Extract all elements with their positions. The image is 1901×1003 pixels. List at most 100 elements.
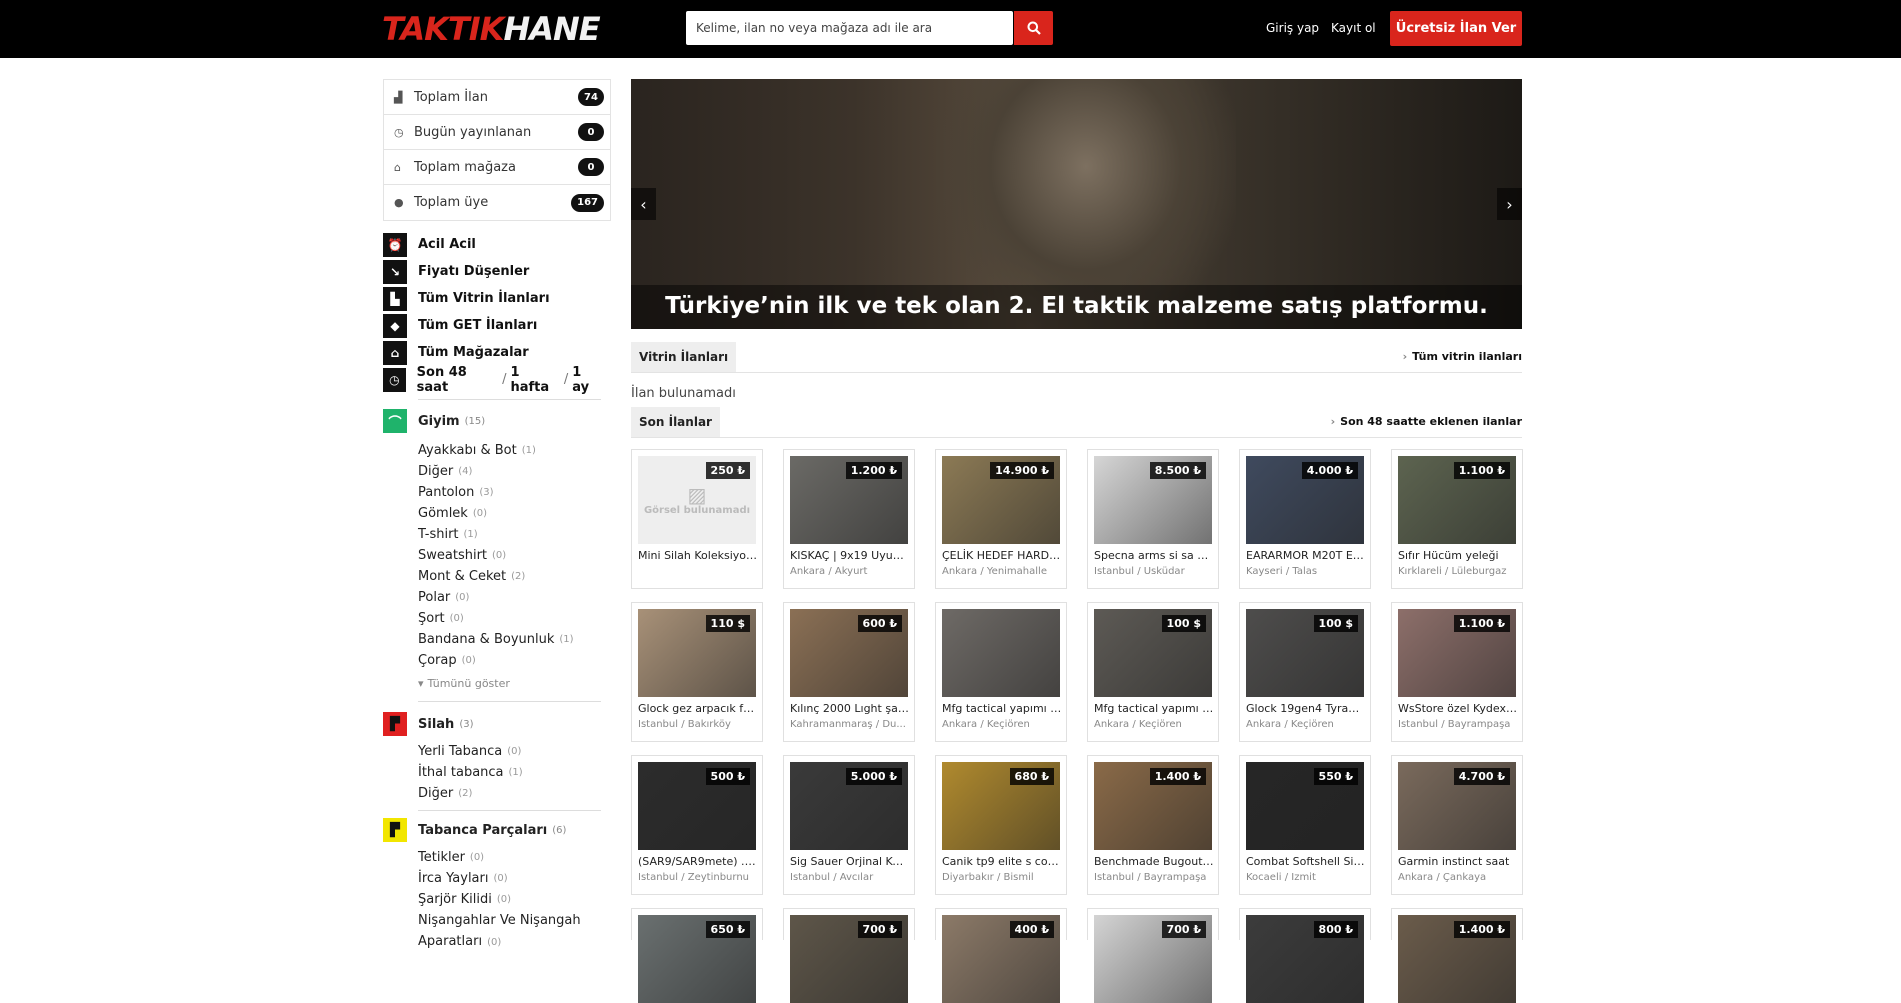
stat-today[interactable]: ◷ Bugün yayınlanan 0	[384, 115, 610, 150]
listing-card[interactable]: 100 $ Mfg tactical yapımı G... Ankara / Ke…	[1087, 602, 1219, 742]
listing-thumbnail[interactable]: 110 $	[638, 609, 756, 697]
menu-get-listings[interactable]: ◆ Tüm GET İlanları	[383, 312, 601, 339]
listing-title[interactable]: Combat Softshell Siy...	[1246, 855, 1366, 868]
subcategory-item[interactable]: Gömlek (0)	[383, 503, 601, 524]
listing-thumbnail[interactable]: 400 ₺	[942, 915, 1060, 1003]
banner-prev-button[interactable]: ‹	[631, 188, 656, 220]
subcategory-item[interactable]: Bandana & Boyunluk (1)	[383, 629, 601, 650]
listing-title[interactable]: Benchmade Bugout ...	[1094, 855, 1214, 868]
subcategory-item[interactable]: Yerli Tabanca (0)	[383, 741, 601, 762]
filter-1-month[interactable]: 1 ay	[572, 365, 601, 395]
listing-card[interactable]: 1.100 ₺ Sıfır Hücüm yeleği Kırklareli / Lü…	[1391, 449, 1523, 589]
listing-thumbnail[interactable]: 100 $	[1246, 609, 1364, 697]
listing-title[interactable]: Mfg tactical yapımı G...	[942, 702, 1062, 715]
listing-card[interactable]: 1.200 ₺ KISKAÇ | 9x19 Uyumlu Ankara / Akyu…	[783, 449, 915, 589]
listing-title[interactable]: Mini Silah Koleksiyonu	[638, 549, 758, 562]
banner-next-button[interactable]: ›	[1497, 188, 1522, 220]
listing-title[interactable]: Garmin instinct saat	[1398, 855, 1518, 868]
listing-title[interactable]: EARARMOR M20T EL...	[1246, 549, 1366, 562]
menu-price-drops[interactable]: ↘ Fiyatı Düşenler	[383, 258, 601, 285]
tab-showcase[interactable]: Vitrin İlanları	[631, 342, 737, 372]
listing-title[interactable]: Mfg tactical yapımı G...	[1094, 702, 1214, 715]
menu-urgent[interactable]: ⏰ Acil Acil	[383, 231, 601, 258]
filter-1-week[interactable]: 1 hafta	[511, 365, 560, 395]
listing-card[interactable]: 500 ₺ (SAR9/SAR9mete) .K... İstanbul / Zey…	[631, 755, 763, 895]
listing-thumbnail[interactable]: 700 ₺	[1094, 915, 1212, 1003]
all-showcase-link[interactable]: Tüm vitrin ilanları	[1403, 350, 1522, 363]
listing-title[interactable]: ÇELİK HEDEF HARDOX	[942, 549, 1062, 562]
listing-card[interactable]: 4.000 ₺ EARARMOR M20T EL... Kayseri / Tala…	[1239, 449, 1371, 589]
menu-stores[interactable]: ⌂ Tüm Mağazalar	[383, 339, 601, 366]
listing-title[interactable]: KISKAÇ | 9x19 Uyumlu	[790, 549, 910, 562]
show-all-link[interactable]: ▾ Tümünü göster	[383, 671, 601, 695]
listing-thumbnail[interactable]: 700 ₺	[790, 915, 908, 1003]
listing-card[interactable]: 700 ₺	[783, 908, 915, 1003]
listing-thumbnail[interactable]: 800 ₺	[1246, 915, 1364, 1003]
listing-thumbnail[interactable]: 100 $	[1094, 609, 1212, 697]
listing-thumbnail[interactable]: 14.900 ₺	[942, 456, 1060, 544]
listing-thumbnail[interactable]: 4.700 ₺	[1398, 762, 1516, 850]
listing-card[interactable]: 1.400 ₺ Benchmade Bugout ... İstanbul / Ba…	[1087, 755, 1219, 895]
listing-title[interactable]: Glock gez arpacık fos...	[638, 702, 758, 715]
listing-title[interactable]: Kılınç 2000 Lıght şarj...	[790, 702, 910, 715]
listing-title[interactable]: Canik tp9 elite s com...	[942, 855, 1062, 868]
listing-thumbnail[interactable]: ▨ Görsel bulunamadı 250 ₺	[638, 456, 756, 544]
subcategory-item[interactable]: Tetikler (0)	[383, 847, 601, 868]
subcategory-item[interactable]: Diğer (4)	[383, 461, 601, 482]
hero-banner[interactable]: Türkiye’nin ilk ve tek olan 2. El taktik…	[631, 79, 1522, 329]
subcategory-item[interactable]: T-shirt (1)	[383, 524, 601, 545]
listing-title[interactable]: Sig Sauer Orjinal Kutu	[790, 855, 910, 868]
listing-thumbnail[interactable]	[942, 609, 1060, 697]
listing-card[interactable]: 650 ₺	[631, 908, 763, 1003]
subcategory-item[interactable]: Mont & Ceket (2)	[383, 566, 601, 587]
listing-card[interactable]: 110 $ Glock gez arpacık fos... İstanbul / …	[631, 602, 763, 742]
listing-title[interactable]: WsStore özel Kydex ...	[1398, 702, 1518, 715]
listing-card[interactable]: 550 ₺ Combat Softshell Siy... Kocaeli / İz…	[1239, 755, 1371, 895]
listing-thumbnail[interactable]: 1.100 ₺	[1398, 609, 1516, 697]
search-button[interactable]	[1014, 11, 1053, 45]
listing-card[interactable]: 5.000 ₺ Sig Sauer Orjinal Kutu İstanbul / …	[783, 755, 915, 895]
subcategory-item[interactable]: İthal tabanca (1)	[383, 762, 601, 783]
login-link[interactable]: Giriş yap	[1266, 21, 1319, 35]
subcategory-item[interactable]: Polar (0)	[383, 587, 601, 608]
listing-card[interactable]: 100 $ Glock 19gen4 Tyrant ... Ankara / Keç…	[1239, 602, 1371, 742]
subcategory-item[interactable]: Nişangahlar Ve Nişangah Aparatları (0)	[383, 910, 601, 953]
listing-card[interactable]: 1.100 ₺ WsStore özel Kydex ... İstanbul / …	[1391, 602, 1523, 742]
subcategory-item[interactable]: Şarjör Kilidi (0)	[383, 889, 601, 910]
listing-card[interactable]: 8.500 ₺ Specna arms si sa 17 ... İstanbul …	[1087, 449, 1219, 589]
latest-48h-link[interactable]: Son 48 saatte eklenen ilanlar	[1331, 415, 1522, 428]
filter-48h[interactable]: Son 48 saat	[417, 365, 498, 395]
listing-card[interactable]: 1.400 ₺	[1391, 908, 1523, 1003]
listing-card[interactable]: 14.900 ₺ ÇELİK HEDEF HARDOX Ankara / Yenim…	[935, 449, 1067, 589]
listing-card[interactable]: 700 ₺	[1087, 908, 1219, 1003]
post-ad-button[interactable]: Ücretsiz İlan Ver	[1390, 11, 1522, 46]
subcategory-item[interactable]: Çorap (0)	[383, 650, 601, 671]
category-header[interactable]: ▛ Silah (3)	[383, 711, 601, 737]
listing-title[interactable]: Specna arms si sa 17 ...	[1094, 549, 1214, 562]
listing-thumbnail[interactable]: 550 ₺	[1246, 762, 1364, 850]
listing-thumbnail[interactable]: 1.400 ₺	[1398, 915, 1516, 1003]
listing-title[interactable]: Glock 19gen4 Tyrant ...	[1246, 702, 1366, 715]
listing-title[interactable]: Sıfır Hücüm yeleği	[1398, 549, 1518, 562]
listing-thumbnail[interactable]: 680 ₺	[942, 762, 1060, 850]
listing-thumbnail[interactable]: 1.200 ₺	[790, 456, 908, 544]
listing-thumbnail[interactable]: 1.400 ₺	[1094, 762, 1212, 850]
stat-members[interactable]: ● Toplam üye 167	[384, 185, 610, 220]
listing-thumbnail[interactable]: 600 ₺	[790, 609, 908, 697]
listing-card[interactable]: 600 ₺ Kılınç 2000 Lıght şarj... Kahramanma…	[783, 602, 915, 742]
listing-thumbnail[interactable]: 4.000 ₺	[1246, 456, 1364, 544]
subcategory-item[interactable]: İrca Yayları (0)	[383, 868, 601, 889]
listing-thumbnail[interactable]: 5.000 ₺	[790, 762, 908, 850]
subcategory-item[interactable]: Ayakkabı & Bot (1)	[383, 440, 601, 461]
register-link[interactable]: Kayıt ol	[1331, 21, 1376, 35]
listing-card[interactable]: 4.700 ₺ Garmin instinct saat Ankara / Çank…	[1391, 755, 1523, 895]
category-header[interactable]: ⌒ Giyim (15)	[383, 408, 601, 434]
listing-thumbnail[interactable]: 500 ₺	[638, 762, 756, 850]
tab-latest[interactable]: Son İlanlar	[631, 407, 720, 437]
subcategory-item[interactable]: Pantolon (3)	[383, 482, 601, 503]
listing-thumbnail[interactable]: 8.500 ₺	[1094, 456, 1212, 544]
search-input[interactable]	[686, 11, 1013, 45]
site-logo[interactable]: TAKTIKHANE	[382, 10, 612, 48]
subcategory-item[interactable]: Diğer (2)	[383, 783, 601, 804]
stat-stores[interactable]: ⌂ Toplam mağaza 0	[384, 150, 610, 185]
